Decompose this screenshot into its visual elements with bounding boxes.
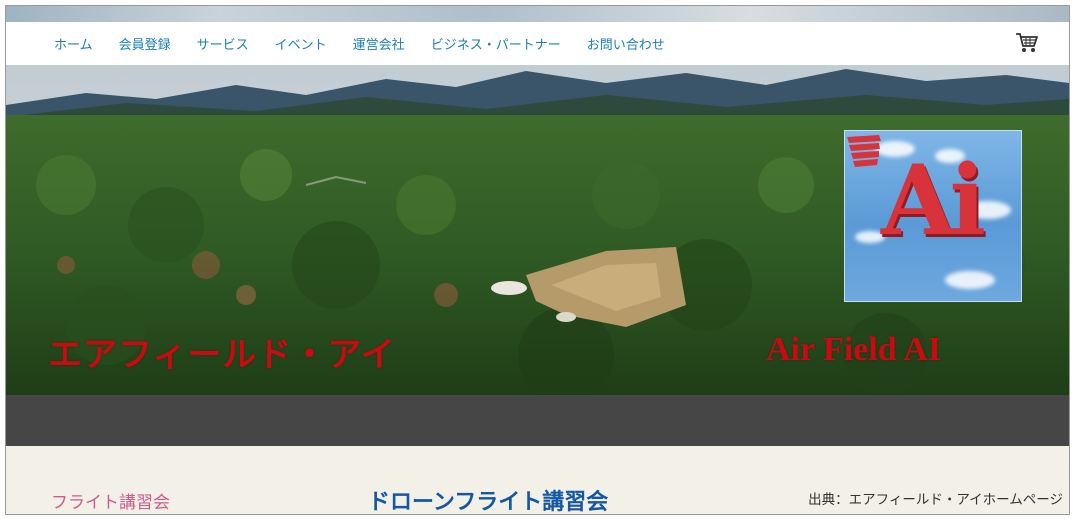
content-area: フライト講習会 ドローンフライト講習会 出典：エアフィールド・アイホームページ [6,446,1069,515]
company-logo: Ai [844,130,1022,302]
nav-item-business-partners[interactable]: ビジネス・パートナー [431,34,561,53]
dark-separator-band [6,395,1069,446]
page-title: ドローンフライト講習会 [368,490,609,515]
nav-item-contact[interactable]: お問い合わせ [587,34,665,53]
wing-icon [847,135,881,167]
sidebar-link-flight-course[interactable]: フライト講習会 [51,488,170,513]
nav-item-services[interactable]: サービス [197,34,249,53]
top-navigation-bar: ホーム 会員登録 サービス イベント 運営会社 ビジネス・パートナー お問い合わ… [6,22,1069,66]
hero-banner: Ai エアフィールド・アイ Air Field AI [6,65,1069,395]
source-credit: 出典：エアフィールド・アイホームページ [808,492,1063,508]
shopping-cart-icon[interactable] [1015,32,1039,54]
hero-title-japanese: エアフィールド・アイ [48,335,396,375]
webpage-frame: ホーム 会員登録 サービス イベント 運営会社 ビジネス・パートナー お問い合わ… [5,5,1070,515]
logo-lettering: Ai [881,144,986,257]
nav-item-member-registration[interactable]: 会員登録 [119,34,171,53]
nav-item-company[interactable]: 運営会社 [353,34,405,53]
nav-item-events[interactable]: イベント [275,34,327,53]
top-sky-strip [6,6,1069,22]
nav-menu: ホーム 会員登録 サービス イベント 運営会社 ビジネス・パートナー お問い合わ… [54,22,691,65]
nav-item-home[interactable]: ホーム [54,34,93,53]
hero-title-english: Air Field AI [766,331,942,368]
